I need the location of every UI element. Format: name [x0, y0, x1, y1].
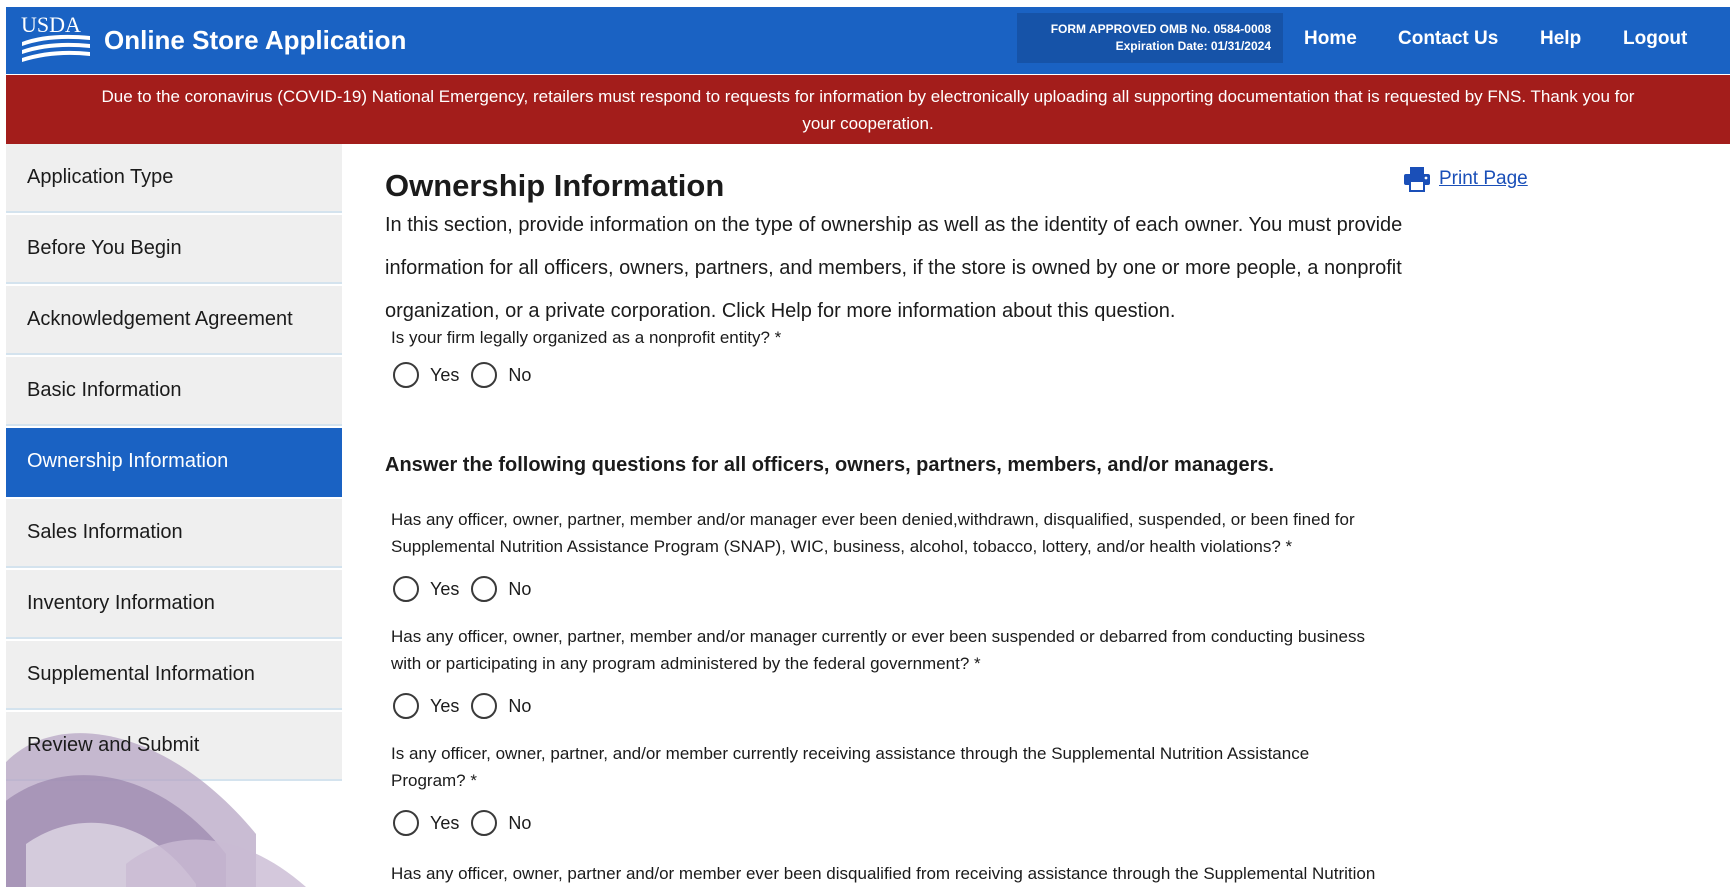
print-page-link[interactable]: Print Page [1403, 166, 1528, 192]
nonprofit-yes-option[interactable]: Yes [393, 362, 471, 388]
suspended-debarred-radio-group: Yes No [393, 693, 543, 719]
question-disqualified-snap: Has any officer, owner, partner and/or m… [391, 860, 1375, 887]
sidebar-item-ownership-information[interactable]: Ownership Information [6, 428, 342, 497]
sidebar-item-acknowledgement-agreement[interactable]: Acknowledgement Agreement [6, 286, 342, 355]
nav-home-link[interactable]: Home [1304, 28, 1357, 50]
suspended-debarred-yes-option[interactable]: Yes [393, 693, 471, 719]
sidebar-nav: Application Type Before You Begin Acknow… [6, 144, 342, 887]
page-title: Ownership Information [385, 168, 725, 203]
radio-label: Yes [430, 812, 460, 833]
nav-logout-link[interactable]: Logout [1623, 28, 1687, 50]
question-text: Supplemental Nutrition Assistance Progra… [391, 537, 1293, 556]
sidebar-item-application-type[interactable]: Application Type [6, 144, 342, 213]
nonprofit-radio-group: Yes No [393, 362, 543, 388]
intro-line: In this section, provide information on … [385, 214, 1403, 236]
radio-label: Yes [430, 364, 460, 385]
intro-paragraph: In this section, provide information on … [385, 204, 1545, 333]
radio-button[interactable] [393, 693, 419, 719]
logo-text: USDA [21, 12, 81, 37]
question-text: Is your firm legally organized as a nonp… [391, 328, 782, 347]
sidebar-item-label: Acknowledgement Agreement [27, 308, 293, 330]
denied-fined-no-option[interactable]: No [471, 576, 543, 602]
radio-label: No [508, 578, 532, 599]
radio-button[interactable] [393, 810, 419, 836]
question-text: Is any officer, owner, partner, and/or m… [391, 744, 1310, 763]
question-suspended-debarred: Has any officer, owner, partner, member … [391, 623, 1365, 677]
print-page-label: Print Page [1439, 168, 1528, 189]
question-denied-fined: Has any officer, owner, partner, member … [391, 506, 1355, 560]
radio-button[interactable] [393, 362, 419, 388]
sidebar-item-label: Supplemental Information [27, 663, 255, 685]
sidebar-item-basic-information[interactable]: Basic Information [6, 357, 342, 426]
question-text: with or participating in any program adm… [391, 654, 981, 673]
radio-label: Yes [430, 695, 460, 716]
radio-label: No [508, 364, 532, 385]
question-text: Program? * [391, 771, 477, 790]
receiving-snap-yes-option[interactable]: Yes [393, 810, 471, 836]
denied-fined-yes-option[interactable]: Yes [393, 576, 471, 602]
radio-label: No [508, 695, 532, 716]
radio-label: No [508, 812, 532, 833]
radio-label: Yes [430, 578, 460, 599]
question-text: Has any officer, owner, partner, member … [391, 510, 1355, 529]
sidebar-item-label: Basic Information [27, 379, 182, 401]
radio-button[interactable] [393, 576, 419, 602]
sidebar-item-supplemental-information[interactable]: Supplemental Information [6, 641, 342, 710]
sidebar-item-sales-information[interactable]: Sales Information [6, 499, 342, 568]
sidebar-item-inventory-information[interactable]: Inventory Information [6, 570, 342, 639]
sidebar-item-label: Before You Begin [27, 237, 182, 259]
sidebar-item-before-you-begin[interactable]: Before You Begin [6, 215, 342, 284]
intro-line: information for all officers, owners, pa… [385, 257, 1402, 279]
sidebar-item-label: Ownership Information [27, 450, 229, 472]
radio-button[interactable] [471, 576, 498, 602]
nav-contact-us-link[interactable]: Contact Us [1398, 28, 1498, 50]
sidebar-item-review-and-submit[interactable]: Review and Submit [6, 712, 342, 781]
top-header-bar: USDA Online Store Application FORM APPRO… [6, 7, 1730, 74]
app-title: Online Store Application [104, 25, 407, 55]
nonprofit-question: Is your firm legally organized as a nonp… [391, 324, 781, 351]
suspended-debarred-no-option[interactable]: No [471, 693, 543, 719]
radio-button[interactable] [471, 810, 498, 836]
usda-logo[interactable]: USDA [20, 12, 92, 68]
main-content: Ownership Information Print Page In this… [385, 144, 1730, 887]
section-heading: Answer the following questions for all o… [385, 454, 1275, 476]
banner-line-1: Due to the coronavirus (COVID-19) Nation… [101, 87, 1635, 106]
sidebar-item-label: Inventory Information [27, 592, 215, 614]
printer-icon [1404, 167, 1430, 192]
sidebar-item-label: Application Type [27, 166, 174, 188]
question-receiving-snap: Is any officer, owner, partner, and/or m… [391, 740, 1309, 794]
sidebar-item-label: Sales Information [27, 521, 183, 543]
covid-alert-banner: Due to the coronavirus (COVID-19) Nation… [6, 75, 1730, 144]
question-text: Has any officer, owner, partner and/or m… [391, 864, 1376, 883]
denied-fined-radio-group: Yes No [393, 576, 543, 602]
receiving-snap-no-option[interactable]: No [471, 810, 543, 836]
omb-expiration: Expiration Date: 01/31/2024 [1115, 39, 1271, 53]
nonprofit-no-option[interactable]: No [471, 362, 543, 388]
radio-button[interactable] [471, 693, 498, 719]
banner-line-2: your cooperation. [802, 114, 934, 133]
sidebar-item-label: Review and Submit [27, 734, 200, 756]
radio-button[interactable] [471, 362, 498, 388]
omb-number: FORM APPROVED OMB No. 0584-0008 [1050, 22, 1271, 36]
nav-help-link[interactable]: Help [1540, 28, 1581, 50]
receiving-snap-radio-group: Yes No [393, 810, 543, 836]
question-text: Has any officer, owner, partner, member … [391, 627, 1365, 646]
omb-box: FORM APPROVED OMB No. 0584-0008 Expirati… [1017, 13, 1283, 63]
